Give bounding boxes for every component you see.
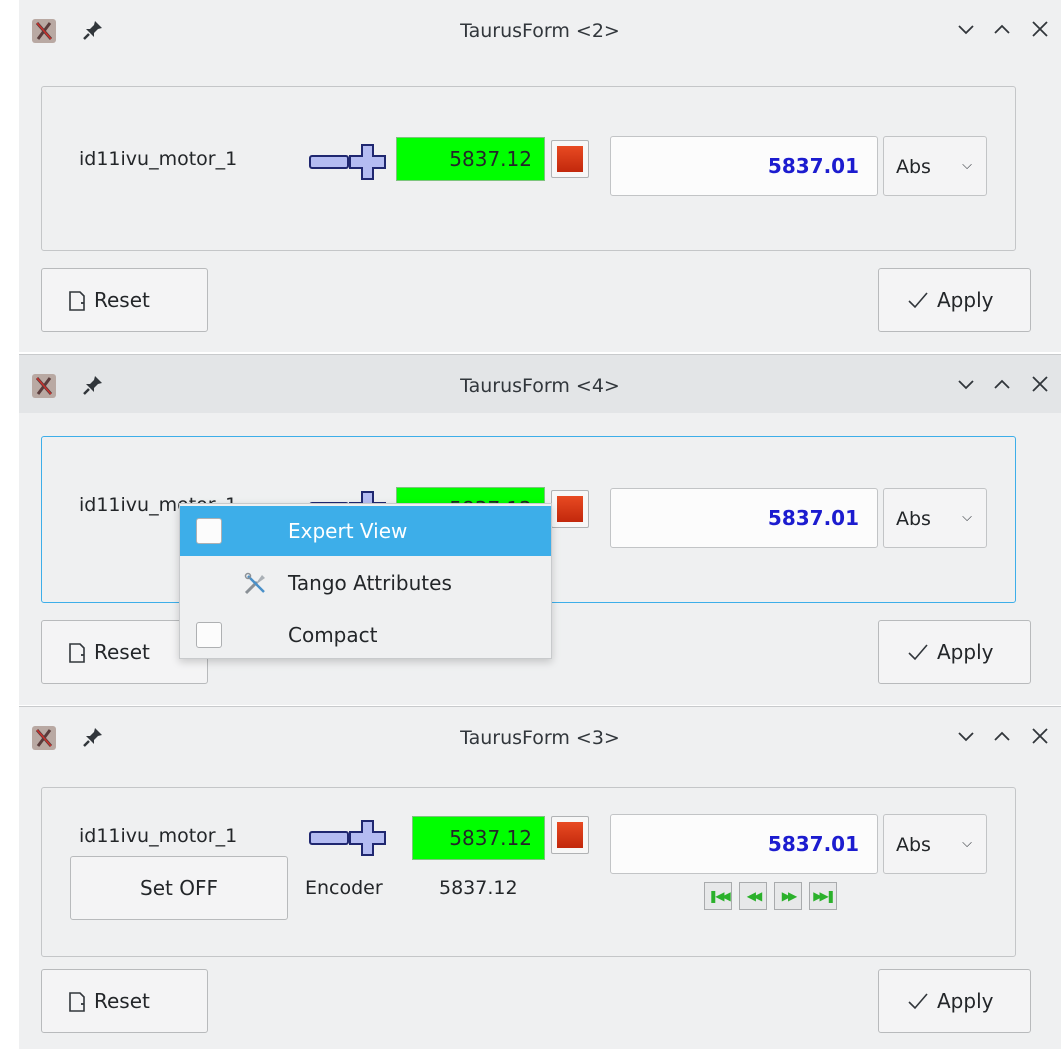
encoder-value: 5837.12 <box>439 877 518 899</box>
motor-label: id11ivu_motor_1 <box>79 148 238 170</box>
position-write-field[interactable]: 5837.01 <box>610 488 878 548</box>
tools-icon <box>242 571 268 602</box>
set-off-button[interactable]: Set OFF <box>70 856 288 920</box>
position-readout: 5837.12 <box>396 137 545 181</box>
reset-button[interactable]: Reset <box>41 268 208 332</box>
reset-icon <box>68 642 88 669</box>
position-mode-combo[interactable]: Abs ⌵ <box>883 488 987 548</box>
minimize-icon[interactable] <box>953 725 979 751</box>
maximize-icon[interactable] <box>989 725 1015 751</box>
menu-item-label: Expert View <box>288 519 408 543</box>
compact-checkbox[interactable] <box>196 622 222 648</box>
minus-plus-icon <box>307 818 393 862</box>
position-readout: 5837.12 <box>412 816 545 860</box>
motor-label: id11ivu_motor_1 <box>79 825 238 847</box>
chevron-down-icon: ⌵ <box>962 836 972 851</box>
apply-label: Apply <box>937 640 994 664</box>
reset-label: Reset <box>94 989 150 1013</box>
minimize-icon[interactable] <box>953 18 979 44</box>
minus-plus-icon <box>307 142 393 186</box>
reset-icon <box>68 991 88 1018</box>
expert-view-checkbox[interactable] <box>196 518 222 544</box>
checkmark-icon <box>907 991 929 1016</box>
combo-value: Abs <box>896 508 931 530</box>
chevron-down-icon: ⌵ <box>962 158 972 173</box>
window-titlebar[interactable]: TaurusForm <4> <box>19 355 1061 413</box>
combo-value: Abs <box>896 156 931 178</box>
reset-label: Reset <box>94 640 150 664</box>
maximize-icon[interactable] <box>989 373 1015 399</box>
menu-item-expert-view[interactable]: Expert View <box>180 506 551 556</box>
maximize-icon[interactable] <box>989 18 1015 44</box>
apply-button[interactable]: Apply <box>878 620 1031 684</box>
close-icon[interactable] <box>1027 373 1053 399</box>
window-title: TaurusForm <3> <box>460 727 620 749</box>
apply-button[interactable]: Apply <box>878 969 1031 1033</box>
reset-button[interactable]: Reset <box>41 969 208 1033</box>
go-to-end-button[interactable]: ▶▶❚ <box>809 882 837 910</box>
position-mode-combo[interactable]: Abs ⌵ <box>883 136 987 196</box>
window-title: TaurusForm <2> <box>460 20 620 42</box>
window-titlebar[interactable]: TaurusForm <2> <box>19 0 1061 58</box>
window-title: TaurusForm <4> <box>460 375 620 397</box>
encoder-label: Encoder <box>305 877 383 899</box>
combo-value: Abs <box>896 834 931 856</box>
menu-item-label: Compact <box>288 623 378 647</box>
window-titlebar[interactable]: TaurusForm <3> <box>19 707 1061 765</box>
close-icon[interactable] <box>1027 18 1053 44</box>
taurusform-window-2: TaurusForm <2> id11ivu_motor_1 5837.12 5… <box>19 0 1061 352</box>
state-led <box>551 140 589 178</box>
state-led <box>551 816 589 854</box>
step-forward-button[interactable]: ▶▶ <box>774 882 802 910</box>
apply-label: Apply <box>937 288 994 312</box>
position-write-field[interactable]: 5837.01 <box>610 136 878 196</box>
context-menu: Expert View Tango Attributes Compact <box>179 503 552 659</box>
set-off-label: Set OFF <box>140 876 218 900</box>
checkmark-icon <box>907 290 929 315</box>
reset-icon <box>68 290 88 317</box>
go-to-start-button[interactable]: ❚◀◀ <box>704 882 732 910</box>
step-backward-button[interactable]: ◀◀ <box>739 882 767 910</box>
menu-item-tango-attributes[interactable]: Tango Attributes <box>180 558 551 608</box>
menu-item-compact[interactable]: Compact <box>180 610 551 660</box>
close-icon[interactable] <box>1027 725 1053 751</box>
minimize-icon[interactable] <box>953 373 979 399</box>
reset-label: Reset <box>94 288 150 312</box>
apply-button[interactable]: Apply <box>878 268 1031 332</box>
checkmark-icon <box>907 642 929 667</box>
chevron-down-icon: ⌵ <box>962 510 972 525</box>
position-mode-combo[interactable]: Abs ⌵ <box>883 814 987 874</box>
menu-item-label: Tango Attributes <box>288 571 452 595</box>
state-led <box>551 490 589 528</box>
taurusform-window-3: TaurusForm <3> id11ivu_motor_1 5837.12 S… <box>19 706 1061 1049</box>
position-write-field[interactable]: 5837.01 <box>610 814 878 874</box>
apply-label: Apply <box>937 989 994 1013</box>
